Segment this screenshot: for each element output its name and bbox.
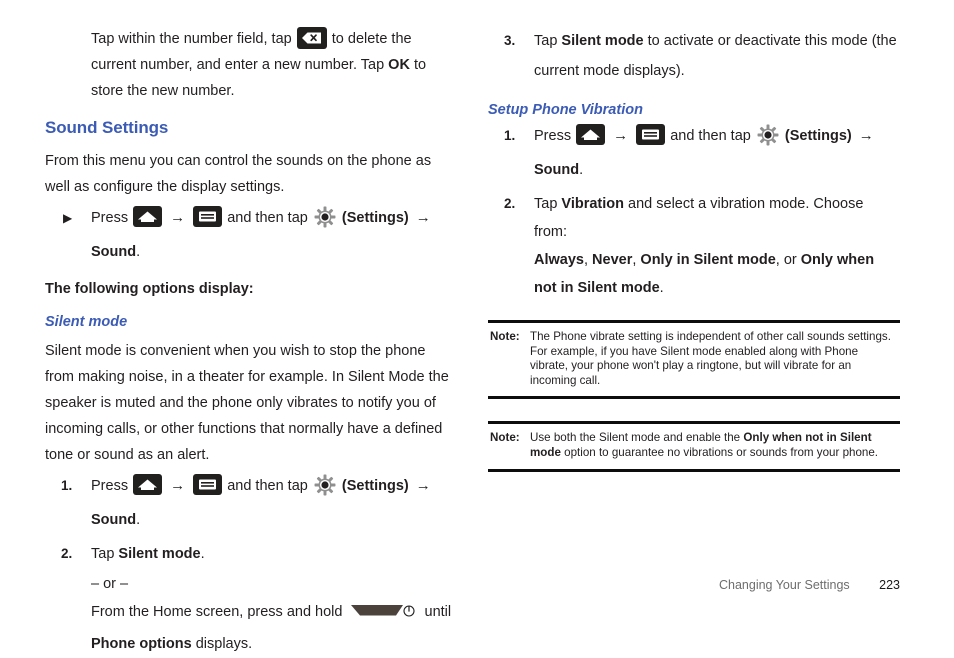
vibration-option-never: Never (592, 252, 633, 268)
vibration-option-always: Always (534, 252, 584, 268)
home-key-icon (133, 474, 163, 495)
step-1-press-sound: 1. Press → and then tap (Settings) → Sou… (45, 472, 455, 534)
section-heading-sound-settings: Sound Settings (45, 118, 169, 137)
sound-menu-target: Sound (534, 162, 580, 178)
note-box-1: Note: The Phone vibrate setting is indep… (488, 320, 900, 400)
sub-heading-setup-phone-vibration: Setup Phone Vibration (488, 102, 643, 118)
menu-key-icon (193, 474, 223, 495)
period: . (136, 512, 141, 528)
silent-mode-paragraph: Silent mode is convenient when you wish … (45, 343, 449, 463)
and-then-tap-label: and then tap (670, 128, 751, 144)
arrow-right-icon: → (613, 127, 629, 144)
press-label: Press (534, 128, 572, 144)
step-marker-1: 1. (504, 128, 516, 143)
period: . (200, 546, 205, 562)
separator-3: , or (775, 252, 797, 268)
separator-2: , (632, 252, 637, 268)
vibration-option-only-in-silent-mode: Only in Silent mode (640, 252, 776, 268)
settings-gear-icon (314, 206, 336, 238)
tap-label: Tap (91, 546, 115, 562)
menu-key-icon (193, 206, 223, 227)
arrow-right-icon: → (170, 477, 186, 494)
document-page: Tap within the number field, tap to dele… (0, 0, 954, 652)
note-label: Note: (490, 431, 520, 445)
sound-menu-target: Sound (91, 244, 137, 260)
press-label: Press (91, 210, 129, 226)
alt-text-part3: displays. (195, 636, 253, 652)
step-2-tap-silent-mode: 2. Tap Silent mode. (45, 540, 455, 568)
period: . (579, 162, 584, 178)
sound-menu-target: Sound (91, 512, 137, 528)
arrow-right-icon-2: → (415, 209, 431, 226)
period: . (659, 280, 664, 296)
step-marker-1: 1. (61, 478, 73, 493)
intro-text-part1: Tap within the number field, tap (91, 31, 292, 47)
settings-label: (Settings) (341, 210, 409, 226)
silent-mode-target: Silent mode (118, 546, 201, 562)
alt-instruction: From the Home screen, press and hold unt… (45, 598, 455, 658)
step-marker-2: 2. (61, 546, 73, 561)
alt-text-part1: From the Home screen, press and hold (91, 604, 343, 620)
ok-button-reference: OK (388, 57, 410, 73)
tap-label: Tap (534, 33, 558, 49)
arrow-right-icon-2: → (858, 127, 874, 144)
sound-settings-body-paragraph: From this menu you can control the sound… (45, 153, 432, 195)
settings-gear-icon (314, 474, 336, 506)
settings-label: (Settings) (341, 478, 409, 494)
step-3-tap-silent-mode: 3. Tap Silent mode to activate or deacti… (488, 26, 900, 86)
right-column: 3. Tap Silent mode to activate or deacti… (488, 26, 900, 472)
and-then-tap-label: and then tap (227, 478, 308, 494)
home-key-icon (133, 206, 163, 227)
note-1-text: The Phone vibrate setting is independent… (530, 330, 891, 387)
press-label: Press (91, 478, 129, 494)
step-marker-2: 2. (504, 196, 516, 211)
note-label: Note: (490, 330, 520, 343)
separator-1: , (583, 252, 589, 268)
arrow-right-icon-2: → (415, 477, 431, 494)
intro-paragraph: Tap within the number field, tap to dele… (91, 26, 455, 104)
backspace-delete-key-icon (296, 27, 327, 49)
note-1-content: Note: The Phone vibrate setting is indep… (490, 330, 898, 388)
note-box-2: Note: Use both the Silent mode and enabl… (488, 421, 900, 472)
arrow-right-icon: → (170, 209, 186, 226)
bullet-step-press-sound: ▶ Press → and then tap (Settings) → Soun… (45, 204, 455, 266)
silent-mode-target: Silent mode (561, 33, 644, 49)
vibration-target: Vibration (561, 196, 624, 212)
phone-options-target: Phone options (91, 636, 192, 652)
note-2-text-part2: option to guarantee no vibrations or sou… (564, 445, 879, 459)
note-2-text-part1: Use both the Silent mode and enable the (530, 431, 741, 445)
period: . (136, 244, 141, 260)
alt-text-part2: until (424, 604, 452, 620)
triangle-bullet-icon: ▶ (63, 211, 73, 225)
tap-label: Tap (534, 196, 558, 212)
step-1-press-sound-vibration: 1. Press → and then tap (Settings) → Sou… (488, 122, 900, 184)
sub-heading-silent-mode: Silent mode (45, 314, 128, 330)
settings-gear-icon (757, 124, 779, 156)
home-key-icon (576, 124, 606, 145)
left-column: Tap within the number field, tap to dele… (45, 26, 455, 658)
settings-label: (Settings) (784, 128, 852, 144)
lead-in-text: The following options display: (45, 281, 254, 297)
footer-page-number: 223 (879, 578, 900, 592)
note-2-content: Note: Use both the Silent mode and enabl… (490, 431, 898, 460)
step-2-tap-vibration: 2. Tap Vibration and select a vibration … (488, 190, 900, 302)
and-then-tap-label: and then tap (227, 210, 308, 226)
page-footer: Changing Your Settings 223 (0, 578, 900, 592)
menu-key-icon (636, 124, 666, 145)
step-marker-3: 3. (504, 33, 516, 48)
power-key-icon (349, 602, 417, 630)
footer-chapter-title: Changing Your Settings (718, 578, 850, 592)
